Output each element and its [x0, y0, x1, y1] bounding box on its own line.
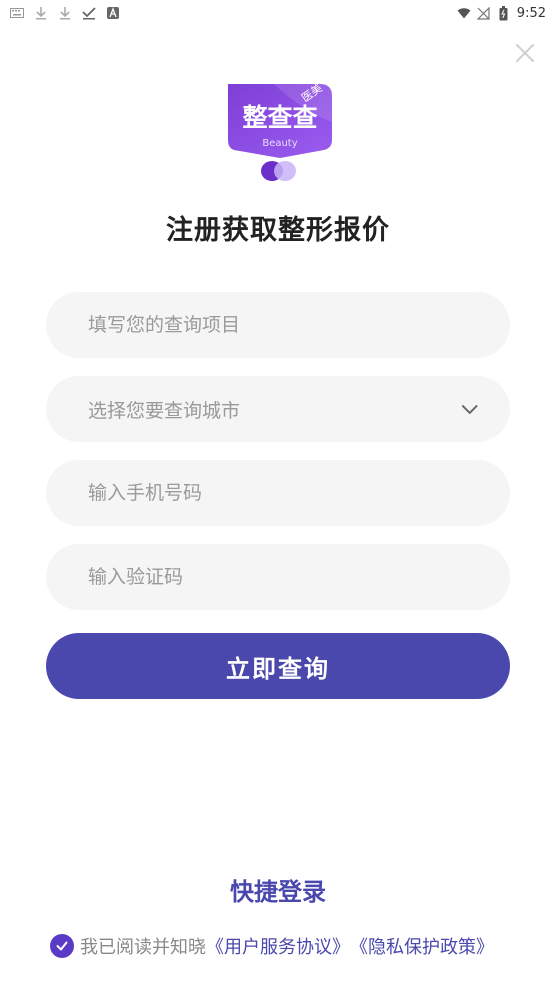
close-icon — [516, 44, 534, 62]
query-item-input[interactable] — [88, 314, 468, 336]
status-time: 9:52 — [516, 5, 546, 21]
battery-icon — [497, 5, 511, 20]
query-now-button[interactable]: 立即查询 — [46, 633, 510, 699]
close-button[interactable] — [514, 42, 536, 64]
phone-field[interactable] — [46, 460, 510, 526]
privacy-policy-link[interactable]: 《隐私保护政策》 — [350, 933, 494, 959]
verification-code-input[interactable] — [88, 566, 468, 588]
no-signal-icon — [477, 6, 491, 20]
city-select-placeholder: 选择您要查询城市 — [88, 399, 241, 422]
query-item-field[interactable] — [46, 292, 510, 358]
agreement-prefix: 我已阅读并知晓 — [80, 937, 206, 958]
phone-input[interactable] — [88, 482, 468, 504]
status-right-icons: 9:52 — [457, 5, 546, 21]
checkmark-icon — [82, 6, 96, 20]
status-bar: 9:52 — [0, 0, 556, 26]
status-left-icons — [10, 6, 120, 20]
app-a-icon — [106, 6, 120, 20]
logo-sub-text: Beauty — [262, 138, 297, 149]
agreement-checkbox[interactable] — [50, 934, 74, 958]
keyboard-icon — [10, 6, 24, 20]
checkmark-icon — [56, 941, 68, 951]
page-title: 注册获取整形报价 — [166, 215, 390, 246]
agreement-row: 我已阅读并知晓 《用户服务协议》 《隐私保护政策》 — [50, 932, 494, 960]
app-logo: 整查查 Beauty 医美 — [224, 81, 336, 186]
chevron-down-icon — [461, 405, 478, 414]
download-icon — [58, 6, 72, 20]
city-select[interactable]: 选择您要查询城市 — [46, 376, 510, 442]
download-icon — [34, 6, 48, 20]
logo-main-text: 整查查 — [242, 103, 317, 132]
wifi-icon — [457, 6, 471, 20]
quick-login-link[interactable]: 快捷登录 — [0, 872, 556, 907]
verification-code-field[interactable] — [46, 544, 510, 610]
user-agreement-link[interactable]: 《用户服务协议》 — [206, 933, 350, 959]
